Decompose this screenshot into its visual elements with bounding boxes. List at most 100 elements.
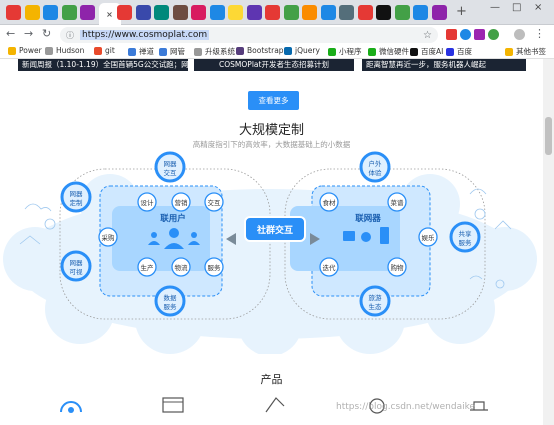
- customization-diagram: 社群交互 联用户 联网器 设计 营销 交互采购生产 物流 服务 食材 菜谱娱乐迭代 购物 网…: [3, 151, 537, 354]
- tab-strip: × + — □ ×: [0, 0, 554, 25]
- browser-tab[interactable]: [283, 5, 299, 20]
- bookmark-item[interactable]: 网管: [159, 46, 185, 57]
- address-bar[interactable]: ⓘ https://www.cosmoplat.com ☆: [60, 27, 438, 43]
- bookmark-item[interactable]: jQuery: [284, 46, 320, 55]
- diagram-node: 食材: [319, 192, 339, 212]
- outer-node-label: 共享: [459, 229, 473, 238]
- browser-tab[interactable]: [154, 5, 169, 20]
- browser-tab[interactable]: [43, 5, 58, 20]
- diagram-node-label: 迭代: [323, 263, 337, 272]
- diagram-node: 设计: [137, 192, 157, 212]
- browser-tab[interactable]: [172, 5, 188, 20]
- product-icon[interactable]: [58, 394, 84, 414]
- bookmark-item[interactable]: 禅道: [128, 46, 154, 57]
- bookmark-label: Bootstrap: [247, 46, 284, 55]
- bookmark-item[interactable]: Bootstrap: [236, 46, 284, 55]
- scrollbar[interactable]: [543, 59, 554, 425]
- product-icon[interactable]: [160, 394, 186, 414]
- browser-tab[interactable]: [357, 5, 373, 20]
- browser-tab[interactable]: [339, 5, 354, 20]
- menu-icon[interactable]: ⋮: [534, 27, 545, 40]
- bookmark-item[interactable]: 其他书签: [505, 46, 546, 57]
- outer-node: 户外体验: [359, 151, 391, 183]
- extension-icon[interactable]: [488, 29, 499, 40]
- bookmark-label: 网管: [170, 47, 185, 56]
- extension-icon[interactable]: [474, 29, 485, 40]
- reload-icon[interactable]: ↻: [42, 27, 51, 40]
- extension-icon[interactable]: [446, 29, 457, 40]
- diagram-node: 服务: [204, 257, 224, 277]
- outer-node: 共享服务: [449, 221, 481, 253]
- news-item[interactable]: 距离智慧再近一步，服务机器人崛起: [362, 59, 526, 71]
- view-more-button[interactable]: 查看更多: [248, 91, 299, 110]
- page-content: 新闻周报（1.10-1.19）全国首辆5G公交试跑；网... COSMOPlat…: [0, 59, 543, 425]
- bookmark-label: Power: [19, 46, 42, 55]
- bookmark-item[interactable]: 小程序: [328, 46, 362, 57]
- bookmark-icon: [368, 47, 376, 56]
- bookmark-icon: [328, 47, 336, 56]
- news-item[interactable]: 新闻周报（1.10-1.19）全国首辆5G公交试跑；网...: [18, 59, 188, 71]
- bookmark-label: git: [105, 46, 115, 55]
- product-icon[interactable]: [262, 394, 288, 414]
- browser-tab[interactable]: [209, 5, 225, 20]
- bookmark-item[interactable]: 升级系统: [194, 46, 235, 57]
- browser-tab[interactable]: [6, 5, 21, 20]
- bookmark-item[interactable]: Power: [8, 46, 42, 55]
- bookmark-label: 微信硬件: [379, 47, 409, 56]
- bookmark-icon: [505, 47, 513, 56]
- scroll-thumb[interactable]: [545, 117, 552, 155]
- browser-tab[interactable]: [228, 5, 243, 20]
- browser-tab[interactable]: [191, 5, 206, 20]
- bookmark-item[interactable]: Hudson: [45, 46, 84, 55]
- diagram-node-label: 娱乐: [422, 233, 436, 242]
- section-title: 大规模定制: [238, 123, 304, 138]
- minimize-button[interactable]: —: [490, 2, 500, 13]
- maximize-button[interactable]: □: [512, 2, 521, 13]
- url-text[interactable]: https://www.cosmoplat.com: [80, 30, 210, 40]
- bookmarks-bar: Power Hudson git 禅道 网管 升级系统 Bootstrap jQuery 小程序…: [0, 45, 554, 59]
- diagram-node: 购物: [387, 257, 407, 277]
- bookmark-item[interactable]: 百度: [446, 46, 472, 57]
- forward-icon[interactable]: →: [24, 27, 33, 40]
- diagram-node-label: 采购: [102, 233, 116, 242]
- bookmark-item[interactable]: 百度AI: [410, 46, 443, 57]
- outer-node-label: 服务: [164, 302, 178, 311]
- outer-node-label: 户外: [369, 159, 383, 168]
- browser-tab[interactable]: [320, 5, 336, 20]
- diagram-node-label: 菜谱: [391, 198, 405, 207]
- diagram-node-label: 购物: [391, 263, 405, 272]
- browser-tab[interactable]: [80, 5, 95, 20]
- browser-tab[interactable]: [302, 5, 317, 20]
- outer-node: 旅游生态: [359, 285, 391, 317]
- bookmark-item[interactable]: git: [94, 46, 115, 55]
- news-strip: 新闻周报（1.10-1.19）全国首辆5G公交试跑；网... COSMOPlat…: [0, 59, 543, 71]
- bookmark-icon: [284, 46, 292, 55]
- new-tab-button[interactable]: +: [456, 4, 467, 19]
- browser-tab[interactable]: [61, 5, 77, 20]
- bookmark-label: 升级系统: [205, 47, 235, 56]
- browser-tab[interactable]: [376, 5, 391, 20]
- browser-tab[interactable]: [394, 5, 410, 20]
- outer-node-label: 可视: [70, 267, 84, 276]
- browser-tab[interactable]: [431, 5, 447, 20]
- browser-tab[interactable]: [265, 5, 280, 20]
- browser-tab[interactable]: [117, 5, 132, 20]
- news-item[interactable]: COSMOPlat开发者生态招募计划: [194, 59, 354, 71]
- info-icon[interactable]: ⓘ: [66, 30, 74, 41]
- outer-node: 网器定制: [60, 181, 92, 213]
- browser-tab[interactable]: [24, 5, 40, 20]
- browser-tab[interactable]: [246, 5, 262, 20]
- bookmark-item[interactable]: 微信硬件: [368, 46, 409, 57]
- profile-icon[interactable]: [514, 29, 525, 40]
- back-icon[interactable]: ←: [6, 27, 15, 40]
- diagram-node: 迭代: [319, 257, 339, 277]
- star-icon[interactable]: ☆: [423, 30, 432, 41]
- extension-icon[interactable]: [460, 29, 471, 40]
- close-window-button[interactable]: ×: [534, 2, 542, 13]
- browser-tab[interactable]: [413, 5, 428, 20]
- diagram-node: 交互: [204, 192, 224, 212]
- browser-tab[interactable]: [135, 5, 151, 20]
- bookmark-icon: [194, 47, 202, 56]
- browser-toolbar: ← → ↻ ⓘ https://www.cosmoplat.com ☆ ⋮: [0, 25, 554, 45]
- outer-node-label: 体验: [369, 168, 383, 177]
